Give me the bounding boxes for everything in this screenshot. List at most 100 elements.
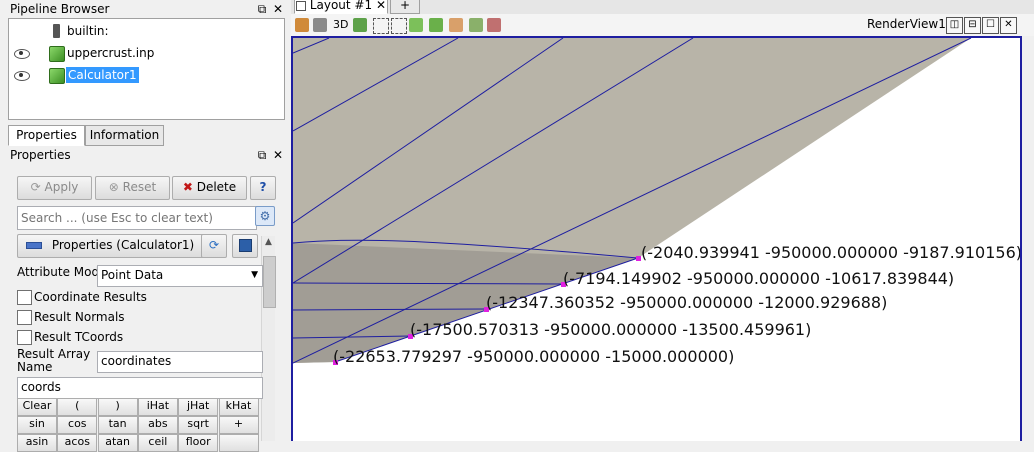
- calc-key-button[interactable]: [218, 434, 259, 452]
- coordinate-results-label: Coordinate Results: [34, 290, 147, 304]
- server-icon: [53, 24, 60, 38]
- render-view-toolbar: 3D RenderView1 ◫ ⊟ ☐ ✕: [291, 14, 1034, 36]
- advanced-settings-gear-icon[interactable]: ⚙: [255, 206, 275, 226]
- close-icon[interactable]: ✕: [272, 146, 284, 164]
- calc-key-button[interactable]: Clear: [17, 398, 57, 416]
- toggle-3d-button[interactable]: 3D: [333, 18, 348, 31]
- result-normals-checkbox[interactable]: [17, 310, 32, 325]
- point-label-5: (-22653.779297 -950000.000000 -15000.000…: [333, 347, 735, 366]
- pipeline-item-label: uppercrust.inp: [67, 46, 155, 60]
- select-cells-icon[interactable]: [373, 18, 389, 34]
- help-icon: ?: [259, 180, 267, 194]
- split-horizontal-icon[interactable]: ◫: [946, 17, 963, 34]
- calc-key-button[interactable]: +: [218, 416, 259, 434]
- result-normals-label: Result Normals: [34, 310, 125, 324]
- calc-key-button[interactable]: acos: [57, 434, 98, 452]
- point-label-2: (-7194.149902 -950000.000000 -10617.8398…: [563, 269, 955, 288]
- zoom-to-data-icon[interactable]: [313, 18, 327, 32]
- attribute-mode-select[interactable]: Point Data ▼: [97, 265, 263, 287]
- calc-key-button[interactable]: floor: [178, 434, 219, 452]
- point-label-4: (-17500.570313 -950000.000000 -13500.459…: [410, 320, 812, 339]
- calc-key-button[interactable]: iHat: [137, 398, 178, 416]
- calc-key-button[interactable]: ceil: [137, 434, 178, 452]
- reset-button[interactable]: ⊗ Reset: [95, 176, 170, 200]
- properties-title: Properties: [10, 148, 71, 162]
- calc-key-button[interactable]: (: [57, 398, 98, 416]
- refresh-icon: ⟳: [208, 238, 220, 252]
- pipeline-browser-header: Pipeline Browser ⧉ ✕: [6, 0, 286, 18]
- tab-add-layout[interactable]: +: [390, 0, 420, 14]
- render-view-canvas[interactable]: (-2040.939941 -950000.000000 -9187.91015…: [291, 36, 1022, 441]
- save-defaults-button[interactable]: [232, 234, 258, 258]
- calc-key-button[interactable]: sin: [17, 416, 57, 434]
- apply-icon: ⟳: [30, 180, 41, 194]
- mesh-render: [293, 38, 972, 365]
- float-icon[interactable]: ⧉: [256, 146, 268, 164]
- select-frustum-icon[interactable]: [409, 18, 423, 32]
- properties-scrollbar[interactable]: ▲: [261, 236, 276, 441]
- interactive-select-icon[interactable]: [449, 18, 463, 32]
- result-tcoords-label: Result TCoords: [34, 330, 124, 344]
- close-view-icon[interactable]: ✕: [1000, 17, 1017, 34]
- pipeline-tree: builtin: uppercrust.inp Calculator1: [8, 18, 285, 120]
- pipeline-item-calculator1[interactable]: Calculator1: [9, 64, 284, 86]
- clear-selection-icon[interactable]: [487, 18, 501, 32]
- search-input[interactable]: [17, 206, 257, 230]
- capture-screenshot-icon[interactable]: [353, 18, 367, 32]
- result-array-name-input[interactable]: coordinates: [97, 351, 263, 373]
- calc-key-button[interactable]: sqrt: [178, 416, 219, 434]
- render-view-title: RenderView1: [867, 17, 946, 31]
- restore-defaults-button[interactable]: ⟳: [201, 234, 227, 258]
- help-button[interactable]: ?: [250, 176, 276, 200]
- pipeline-item-label: Calculator1: [66, 67, 139, 83]
- properties-header: Properties ⧉ ✕: [6, 146, 286, 164]
- float-icon[interactable]: ⧉: [256, 0, 268, 18]
- calc-key-button[interactable]: ): [97, 398, 138, 416]
- reset-camera-icon[interactable]: [295, 18, 309, 32]
- properties-dock-controls: ⧉ ✕: [256, 146, 284, 164]
- select-block-icon[interactable]: [429, 18, 443, 32]
- maximize-icon[interactable]: ☐: [982, 17, 999, 34]
- pipeline-browser-title: Pipeline Browser: [10, 2, 110, 16]
- tab-properties[interactable]: Properties: [8, 125, 85, 146]
- eye-icon[interactable]: [14, 71, 30, 81]
- point-label-3: (-12347.360352 -950000.000000 -12000.929…: [486, 293, 888, 312]
- result-array-name-label: Result Array Name: [17, 347, 91, 374]
- calc-key-button[interactable]: abs: [137, 416, 178, 434]
- section-collapse-icon: [26, 242, 42, 249]
- filter-cube-icon: [49, 68, 65, 84]
- source-cube-icon: [49, 46, 65, 62]
- chevron-down-icon: ▼: [251, 270, 258, 280]
- calc-key-button[interactable]: jHat: [178, 398, 219, 416]
- scroll-up-icon[interactable]: ▲: [262, 236, 275, 248]
- calc-key-button[interactable]: kHat: [218, 398, 259, 416]
- reset-icon: ⊗: [108, 180, 119, 194]
- eye-icon[interactable]: [14, 49, 30, 59]
- calc-key-button[interactable]: cos: [57, 416, 98, 434]
- coordinate-results-checkbox[interactable]: [17, 290, 32, 305]
- delete-button[interactable]: ✖ Delete: [172, 176, 247, 200]
- calc-key-button[interactable]: asin: [17, 434, 57, 452]
- select-points-icon[interactable]: [391, 18, 407, 34]
- expression-input[interactable]: coords: [17, 377, 263, 399]
- properties-section-toggle[interactable]: Properties (Calculator1): [17, 234, 207, 258]
- pipeline-item-label: builtin:: [67, 24, 109, 38]
- pipeline-dock-controls: ⧉ ✕: [256, 0, 284, 18]
- split-vertical-icon[interactable]: ⊟: [964, 17, 981, 34]
- pipeline-item-uppercrust[interactable]: uppercrust.inp: [9, 42, 284, 64]
- tab-information[interactable]: Information: [85, 125, 164, 146]
- point-label-1: (-2040.939941 -950000.000000 -9187.91015…: [641, 243, 1022, 262]
- scrollbar-thumb[interactable]: [263, 256, 276, 308]
- tab-layout-1[interactable]: Layout #1 ✕: [294, 0, 388, 14]
- close-tab-icon[interactable]: ✕: [376, 0, 386, 12]
- calc-key-button[interactable]: tan: [97, 416, 138, 434]
- pipeline-item-builtin[interactable]: builtin:: [9, 20, 284, 42]
- layout-tab-icon: [295, 0, 306, 11]
- attribute-mode-label: Attribute Mode: [17, 265, 107, 279]
- save-icon: [238, 239, 252, 252]
- close-icon[interactable]: ✕: [272, 0, 284, 18]
- result-tcoords-checkbox[interactable]: [17, 330, 32, 345]
- calc-key-button[interactable]: atan: [97, 434, 138, 452]
- hover-points-icon[interactable]: [469, 18, 483, 32]
- apply-button[interactable]: ⟳ Apply: [17, 176, 92, 200]
